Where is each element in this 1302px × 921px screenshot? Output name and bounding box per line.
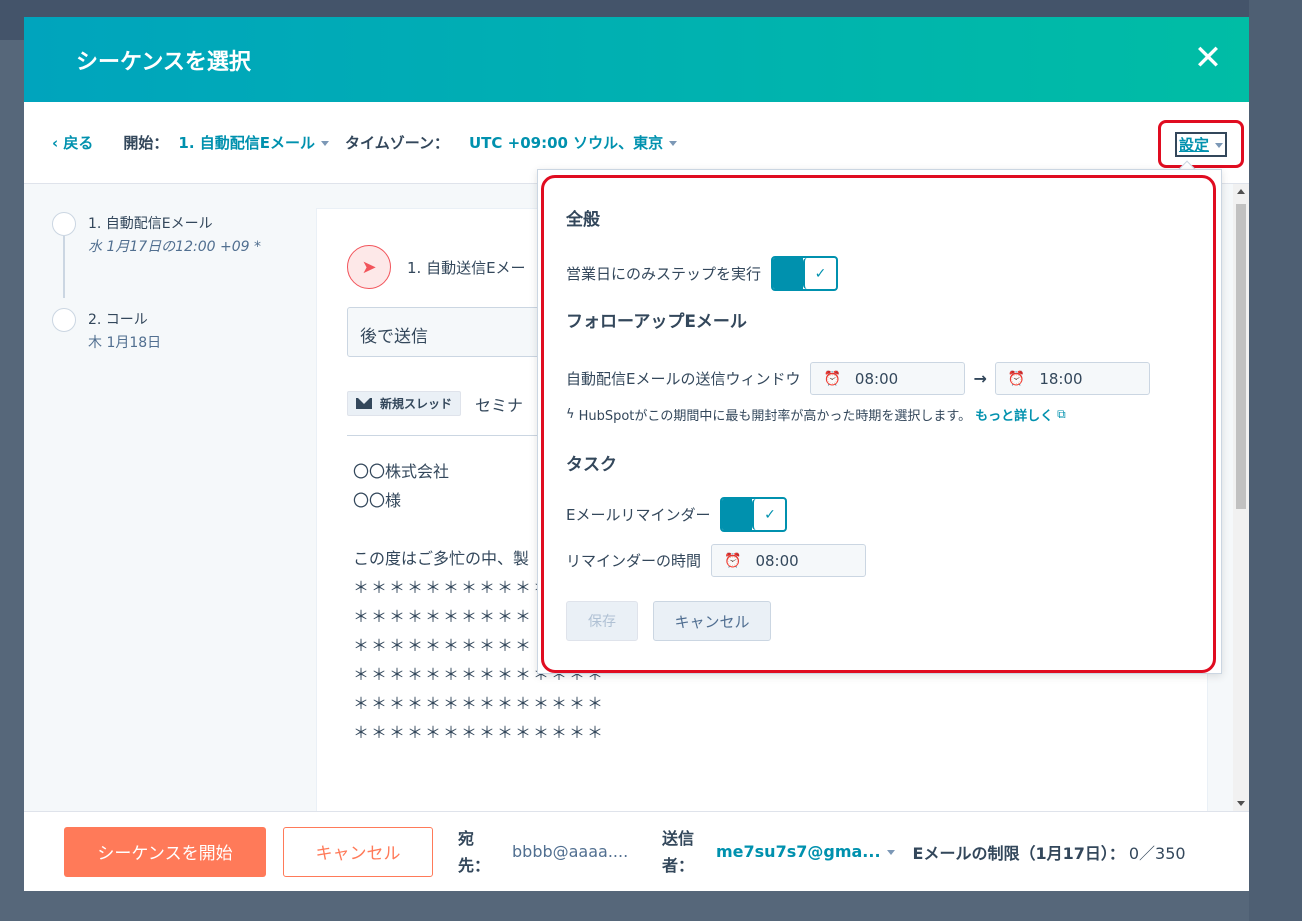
chevron-down-icon: [669, 141, 678, 146]
task-section-title: タスク: [566, 455, 617, 475]
from-label: 送信者：: [662, 828, 695, 875]
body-star-line: ＊＊＊＊＊＊＊＊＊＊＊＊＊＊: [353, 694, 606, 713]
window-end-input[interactable]: ⏰ 18:00: [994, 362, 1150, 395]
settings-label: 設定: [1178, 135, 1209, 154]
thread-badge[interactable]: 新規スレッド: [347, 391, 462, 416]
business-days-row: 営業日にのみステップを実行 ✓: [566, 256, 1196, 291]
reminder-time-row: リマインダーの時間 ⏰ 08:00: [566, 544, 1196, 577]
body-star-line: ＊＊＊＊＊＊＊＊＊＊＊＊＊＊: [353, 723, 606, 742]
window-end-value: 18:00: [1039, 369, 1083, 388]
window-start-value: 08:00: [854, 369, 899, 388]
start-step-value: 1. 自動配信Eメール: [178, 134, 316, 152]
step-circle-icon: [52, 212, 76, 236]
alarm-clock-icon: ⏰: [1007, 370, 1026, 387]
sequence-modal: シーケンスを選択 ✕ ‹ 戻る 開始： 1. 自動配信Eメール タイムゾーン： …: [24, 17, 1249, 891]
email-subject[interactable]: セミナ: [475, 392, 523, 416]
learn-more-link[interactable]: もっと詳しく: [975, 405, 1053, 424]
sender-value: me7su7s7@gma...: [716, 842, 881, 861]
alarm-clock-icon: ⏰: [823, 370, 841, 387]
chevron-down-icon: [321, 141, 330, 146]
step-item[interactable]: 2. コール 木 1月18日: [52, 308, 312, 386]
modal-header: シーケンスを選択 ✕: [24, 17, 1249, 102]
send-window-hint: ϟ HubSpotがこの期間中に最も開封率が高かった時期を選択します。 もっと詳…: [566, 405, 1196, 424]
envelope-icon: [356, 398, 372, 409]
sender-dropdown[interactable]: me7su7s7@gma...: [716, 842, 895, 861]
reminder-toggle[interactable]: ✓: [720, 497, 788, 532]
reminder-label: Eメールリマインダー: [566, 506, 711, 524]
settings-popover-content: 全般 営業日にのみステップを実行 ✓ フォローアップEメール 自動配信Eメールの…: [566, 197, 1196, 641]
step-connector: [63, 236, 65, 298]
save-button[interactable]: 保存: [566, 601, 638, 641]
settings-highlight: 設定: [1158, 120, 1244, 168]
step-item[interactable]: 1. 自動配信Eメール 水 1月17日の12:00 +09 *: [52, 212, 312, 298]
to-value: bbbb@aaaa....: [512, 842, 629, 861]
chevron-down-icon: [886, 850, 895, 855]
step-date: 水 1月17日の12:00 +09 *: [88, 239, 261, 255]
cancel-settings-button[interactable]: キャンセル: [653, 601, 771, 641]
reminder-row: Eメールリマインダー ✓: [566, 497, 1196, 532]
toggle-track: [773, 258, 804, 289]
general-section-title: 全般: [566, 210, 600, 230]
reminder-time-input[interactable]: ⏰ 08:00: [711, 544, 867, 577]
reminder-time-value: 08:00: [755, 551, 799, 570]
alarm-clock-icon: ⏰: [724, 552, 742, 569]
business-days-label: 営業日にのみステップを実行: [566, 265, 762, 283]
external-link-icon: ⧉: [1057, 407, 1066, 421]
start-step-dropdown[interactable]: 1. 自動配信Eメール: [178, 132, 330, 153]
timezone-dropdown[interactable]: UTC +09:00 ソウル、東京: [468, 132, 678, 153]
send-window-row: 自動配信Eメールの送信ウィンドウ ⏰ 08:00 → ⏰ 18:00: [566, 362, 1196, 395]
email-step-title: 1. 自動送信Eメー: [407, 258, 526, 277]
modal-footer: シーケンスを開始 キャンセル 宛先： bbbb@aaaa.... 送信者： me…: [24, 811, 1249, 891]
send-window-label: 自動配信Eメールの送信ウィンドウ: [566, 370, 801, 388]
email-step-header: ➤ 1. 自動送信Eメー: [347, 245, 526, 289]
step-circle-icon: [52, 308, 76, 332]
toggle-track: [722, 499, 753, 530]
check-icon: ✓: [752, 499, 786, 530]
reminder-time-label: リマインダーの時間: [566, 552, 702, 570]
check-icon: ✓: [803, 258, 837, 289]
lightning-icon: ϟ: [566, 407, 575, 422]
step-list: 1. 自動配信Eメール 水 1月17日の12:00 +09 * 2. コール 木…: [52, 212, 312, 404]
step-date: 木 1月18日: [88, 335, 162, 351]
arrow-right-icon: →: [973, 369, 987, 388]
scroll-up-icon[interactable]: [1237, 189, 1245, 194]
to-label: 宛先：: [458, 828, 491, 875]
thread-row: 新規スレッド セミナ: [347, 391, 523, 416]
timezone-label: タイムゾーン：: [345, 134, 449, 152]
step-title: 1. 自動配信Eメール: [88, 216, 213, 232]
subject-divider: [347, 435, 547, 436]
followup-section-title: フォローアップEメール: [566, 312, 747, 332]
start-label: 開始：: [123, 134, 169, 152]
back-link[interactable]: ‹ 戻る: [52, 132, 93, 153]
chevron-down-icon: [1215, 142, 1223, 148]
backdrop-right-panel: [1249, 0, 1302, 921]
modal-title: シーケンスを選択: [76, 49, 251, 75]
close-icon[interactable]: ✕: [1193, 41, 1223, 75]
popover-actions: 保存 キャンセル: [566, 601, 1196, 641]
settings-dropdown[interactable]: 設定: [1174, 131, 1227, 157]
cancel-button[interactable]: キャンセル: [283, 826, 433, 877]
business-days-toggle[interactable]: ✓: [771, 256, 839, 291]
paper-plane-icon: ➤: [347, 245, 391, 289]
timezone-value: UTC +09:00 ソウル、東京: [468, 134, 664, 152]
email-limit-label: Eメールの制限（1月17日）：: [912, 843, 1125, 863]
start-sequence-button[interactable]: シーケンスを開始: [64, 826, 266, 877]
hint-text: HubSpotがこの期間中に最も開封率が高かった時期を選択します。: [578, 409, 972, 424]
window-start-input[interactable]: ⏰ 08:00: [810, 362, 966, 395]
thread-badge-label: 新規スレッド: [380, 397, 453, 411]
content-scrollbar[interactable]: [1233, 184, 1249, 811]
email-limit-value: 0／350: [1128, 843, 1186, 863]
step-title: 2. コール: [88, 312, 148, 328]
scroll-thumb[interactable]: [1236, 204, 1246, 509]
scroll-down-icon[interactable]: [1237, 801, 1245, 806]
